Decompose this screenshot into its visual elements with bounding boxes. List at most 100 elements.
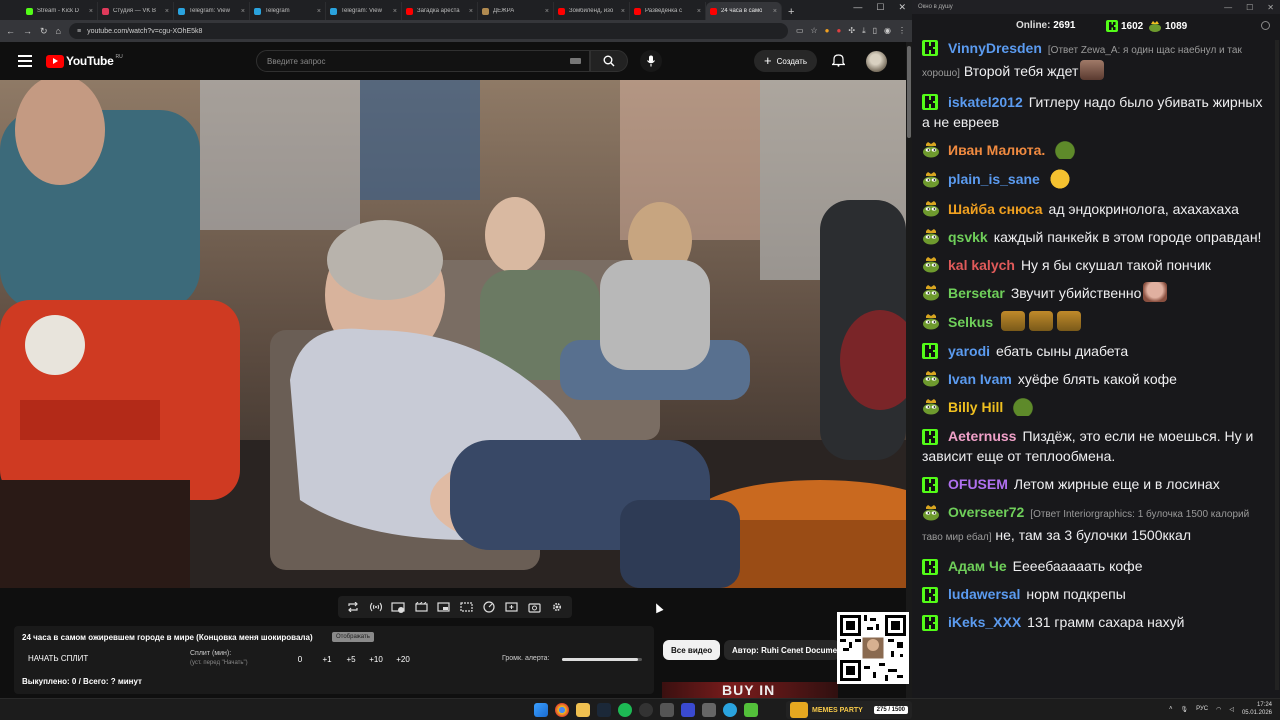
create-button[interactable]: + Создать: [754, 50, 817, 72]
browser-tab[interactable]: Зомбиленд, изо ×: [554, 2, 630, 20]
new-tab-button[interactable]: +: [788, 6, 794, 18]
recommended-thumbnail[interactable]: BUY IN: [662, 682, 838, 698]
close-icon[interactable]: ✕: [1267, 3, 1274, 12]
app-icon[interactable]: [660, 703, 674, 717]
author-chip[interactable]: Автор: Ruhi Cenet Documentaries: [724, 640, 840, 660]
chat-username[interactable]: Overseer72: [948, 504, 1024, 520]
minimize-icon[interactable]: —: [853, 2, 862, 13]
sidebar-icon[interactable]: ▯: [873, 26, 877, 36]
cast-icon[interactable]: ▭: [796, 26, 804, 36]
chat-username[interactable]: kal kalych: [948, 257, 1015, 273]
close-tab-icon[interactable]: ×: [469, 8, 473, 15]
split-value[interactable]: 0: [286, 655, 314, 664]
all-videos-chip[interactable]: Все видео: [663, 640, 721, 660]
close-tab-icon[interactable]: ×: [621, 8, 625, 15]
profile-icon[interactable]: ◉: [884, 26, 891, 36]
windows-start-icon[interactable]: [534, 703, 548, 717]
increment-button[interactable]: +1: [314, 655, 340, 664]
mic-icon[interactable]: 🎙: [1180, 706, 1188, 713]
forward-icon[interactable]: →: [23, 26, 32, 36]
close-tab-icon[interactable]: ×: [317, 8, 321, 15]
url-field[interactable]: ≡ youtube.com/watch?v=cgu-XOhE5k8: [68, 23, 788, 39]
extension-icon[interactable]: ●: [825, 26, 830, 36]
browser-tab[interactable]: Stream - Kick D ×: [22, 2, 98, 20]
add-frame-icon[interactable]: [504, 601, 518, 613]
back-icon[interactable]: ←: [6, 26, 15, 36]
maximize-icon[interactable]: ☐: [876, 2, 884, 13]
app-icon[interactable]: [702, 703, 716, 717]
display-toggle[interactable]: Отображать: [332, 632, 374, 642]
chat-username[interactable]: yarodi: [948, 343, 990, 359]
chat-username[interactable]: iskatel2012: [948, 94, 1023, 110]
steam-icon[interactable]: [597, 703, 611, 717]
browser-tab[interactable]: 24 часа в само ×: [706, 2, 782, 20]
search-button[interactable]: [590, 50, 628, 72]
browser-tab[interactable]: Telegram ×: [250, 2, 326, 20]
avatar[interactable]: [866, 51, 887, 72]
app-icon[interactable]: [744, 703, 758, 717]
menu-icon[interactable]: [18, 55, 32, 67]
start-split-button[interactable]: НАЧАТЬ СПЛИТ: [28, 654, 88, 663]
home-icon[interactable]: ⌂: [56, 26, 61, 36]
maximize-icon[interactable]: ☐: [1246, 3, 1253, 12]
browser-tab[interactable]: Telegram: View ×: [174, 2, 250, 20]
telegram-icon[interactable]: [723, 703, 737, 717]
lang-indicator[interactable]: РУС: [1196, 706, 1208, 712]
voice-search-button[interactable]: [640, 50, 662, 72]
chat-username[interactable]: plain_is_sane: [948, 171, 1040, 187]
chat-username[interactable]: qsvkk: [948, 229, 988, 245]
notifications-button[interactable]: [831, 53, 846, 72]
loop-icon[interactable]: [346, 601, 360, 613]
chat-username[interactable]: Адам Че: [948, 558, 1007, 574]
screenshot-icon[interactable]: [527, 601, 541, 613]
speed-icon[interactable]: [482, 601, 496, 613]
minimize-icon[interactable]: —: [1224, 3, 1232, 12]
wifi-icon[interactable]: ◠: [1216, 706, 1221, 713]
audio-icon[interactable]: [369, 601, 383, 613]
chat-username[interactable]: OFUSEM: [948, 476, 1008, 492]
close-tab-icon[interactable]: ×: [773, 8, 777, 15]
obs-icon[interactable]: [639, 703, 653, 717]
site-info-icon[interactable]: ≡: [77, 28, 81, 35]
keyboard-icon[interactable]: [570, 58, 581, 64]
chat-username[interactable]: iKeks_XXX: [948, 614, 1021, 630]
close-icon[interactable]: ✕: [898, 2, 906, 13]
chat-settings-icon[interactable]: [1261, 21, 1270, 30]
search-input[interactable]: Введите запрос: [256, 50, 590, 72]
alert-volume-slider[interactable]: [562, 658, 642, 661]
reload-icon[interactable]: ↻: [40, 26, 48, 37]
chat-username[interactable]: Шайба снюса: [948, 201, 1043, 217]
increment-button[interactable]: +10: [362, 655, 390, 664]
chrome-icon[interactable]: [555, 703, 569, 717]
puzzle-icon[interactable]: ✣: [848, 26, 855, 36]
close-tab-icon[interactable]: ×: [89, 8, 93, 15]
browser-tab[interactable]: Telegram: View ×: [326, 2, 402, 20]
chat-username[interactable]: Bersetar: [948, 285, 1005, 301]
chat-username[interactable]: Ivan Ivam: [948, 371, 1012, 387]
close-tab-icon[interactable]: ×: [393, 8, 397, 15]
clock[interactable]: 17:24 05.01.2026: [1242, 701, 1272, 717]
close-tab-icon[interactable]: ×: [165, 8, 169, 15]
volume-icon[interactable]: ◁: [1229, 706, 1234, 713]
spotify-icon[interactable]: [618, 703, 632, 717]
explorer-icon[interactable]: [576, 703, 590, 717]
extension-icon[interactable]: ●: [837, 26, 842, 36]
close-tab-icon[interactable]: ×: [697, 8, 701, 15]
chat-scrollbar[interactable]: [1275, 40, 1279, 690]
chat-username[interactable]: ludawersal: [948, 586, 1020, 602]
increment-button[interactable]: +5: [340, 655, 362, 664]
scrollbar-thumb[interactable]: [907, 46, 911, 138]
chat-username[interactable]: VinnyDresden: [948, 40, 1042, 56]
close-tab-icon[interactable]: ×: [545, 8, 549, 15]
increment-button[interactable]: +20: [390, 655, 416, 664]
chat-username[interactable]: Иван Малюта.: [948, 142, 1045, 158]
chat-username[interactable]: Selkus: [948, 314, 993, 330]
download-icon[interactable]: ⤓: [862, 26, 866, 36]
youtube-logo[interactable]: YouTube RU: [46, 54, 123, 68]
tray-chevron-icon[interactable]: ˄: [1169, 706, 1173, 712]
cinema-icon[interactable]: [414, 601, 428, 613]
menu-icon[interactable]: ⋮: [898, 26, 906, 36]
video-player[interactable]: [0, 80, 906, 588]
close-tab-icon[interactable]: ×: [241, 8, 245, 15]
fullscreen-icon[interactable]: [459, 601, 473, 613]
